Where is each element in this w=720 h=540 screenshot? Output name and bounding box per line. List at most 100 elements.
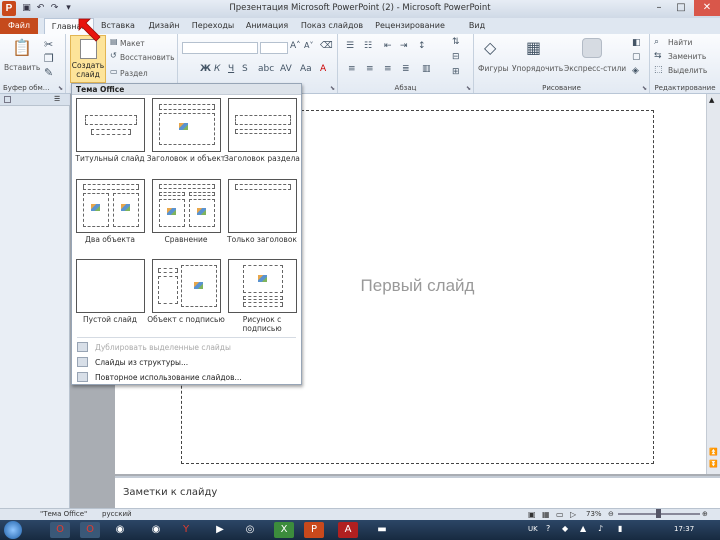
layout-comparison-thumbnail[interactable]	[152, 179, 221, 233]
align-left-icon[interactable]: ≡	[348, 64, 356, 74]
zoom-level[interactable]: 73%	[586, 510, 602, 518]
powerpoint-logo-icon[interactable]: P	[2, 1, 16, 16]
layout-label-comparison[interactable]: Сравнение	[146, 235, 226, 244]
bullets-icon[interactable]: ☰	[346, 41, 354, 51]
layout-label-title-slide[interactable]: Титульный слайд	[70, 154, 150, 163]
tab-insert[interactable]: Вставка	[96, 18, 140, 34]
strikethrough-icon[interactable]: abc	[258, 64, 274, 74]
tab-view[interactable]: Вид	[464, 18, 490, 34]
font-color-icon[interactable]: A	[320, 64, 326, 74]
vertical-scrollbar[interactable]: ▲ ⏫ ⏬	[706, 94, 720, 474]
shape-effects-icon[interactable]: ◈	[632, 66, 639, 76]
reset-button[interactable]: Восстановить	[120, 53, 175, 62]
layout-label-section-header[interactable]: Заголовок раздела	[222, 154, 302, 163]
quick-styles-icon[interactable]	[582, 38, 602, 58]
grow-font-icon[interactable]: A˄	[290, 41, 301, 51]
taskbar-chrome2-icon[interactable]: ◉	[146, 522, 166, 538]
taskbar-acrobat-icon[interactable]: A	[338, 522, 358, 538]
taskbar-powerpoint-icon[interactable]: P	[304, 522, 324, 538]
italic-icon[interactable]: К	[214, 64, 220, 74]
layout-label-two-content[interactable]: Два объекта	[70, 235, 150, 244]
layout-picture-caption-thumbnail[interactable]	[228, 259, 297, 313]
align-center-icon[interactable]: ≡	[366, 64, 374, 74]
find-button[interactable]: Найти	[668, 38, 692, 47]
zoom-out-icon[interactable]: ⊖	[608, 510, 614, 518]
spacing-icon[interactable]: AV	[280, 64, 292, 74]
replace-button[interactable]: Заменить	[668, 52, 706, 61]
text-direction-icon[interactable]: ⇅	[452, 37, 460, 47]
layout-two-content-thumbnail[interactable]	[76, 179, 145, 233]
shape-fill-icon[interactable]: ◧	[632, 38, 641, 48]
justify-icon[interactable]: ≣	[402, 64, 410, 74]
font-launcher-icon[interactable]: ⬊	[330, 85, 335, 92]
cut-icon[interactable]: ✂	[44, 38, 53, 51]
tab-review[interactable]: Рецензирование	[370, 18, 450, 34]
layout-content-caption-thumbnail[interactable]	[152, 259, 221, 313]
bold-icon[interactable]: Ж	[200, 64, 211, 74]
layout-label-title-content[interactable]: Заголовок и объект	[146, 154, 226, 163]
arrange-icon[interactable]: ▦	[526, 38, 541, 57]
tray-device-icon[interactable]: ▮	[618, 524, 622, 533]
shapes-button[interactable]: Фигуры	[478, 64, 508, 73]
minimize-button[interactable]: –	[648, 0, 670, 16]
tray-network-icon[interactable]: ▲	[580, 524, 586, 533]
layout-title-content-thumbnail[interactable]	[152, 98, 221, 152]
decrease-indent-icon[interactable]: ⇤	[384, 41, 392, 51]
taskbar-excel-icon[interactable]: X	[274, 522, 294, 538]
select-button[interactable]: Выделить	[668, 66, 707, 75]
duplicate-slides-item[interactable]: Дублировать выделенные слайды	[77, 341, 231, 354]
redo-icon[interactable]: ↷	[48, 2, 61, 15]
undo-icon[interactable]: ↶	[34, 2, 47, 15]
line-spacing-icon[interactable]: ↕	[418, 41, 426, 51]
new-slide-button[interactable]: Создать слайд	[70, 35, 106, 83]
layout-blank-thumbnail[interactable]	[76, 259, 145, 313]
paste-button[interactable]: Вставить	[4, 63, 40, 72]
tab-animation[interactable]: Анимация	[240, 18, 294, 34]
shrink-font-icon[interactable]: A˅	[304, 41, 313, 50]
paste-icon[interactable]: 📋	[12, 38, 32, 57]
clock[interactable]: 17:37	[674, 525, 694, 533]
outline-tab-icon[interactable]: ☰	[54, 96, 62, 103]
taskbar-folder-icon[interactable]: ▬	[372, 522, 392, 538]
find-icon[interactable]: ⌕	[654, 37, 659, 47]
paragraph-launcher-icon[interactable]: ⬊	[466, 85, 471, 92]
taskbar-media-icon[interactable]: ▶	[210, 522, 230, 538]
layout-label-blank[interactable]: Пустой слайд	[70, 315, 150, 324]
tab-design[interactable]: Дизайн	[142, 18, 186, 34]
layout-label-picture-caption[interactable]: Рисунок с подписью	[222, 315, 302, 333]
font-size-combo[interactable]	[260, 42, 288, 54]
select-icon[interactable]: ⬚	[654, 65, 663, 75]
layout-title-only-thumbnail[interactable]	[228, 179, 297, 233]
tab-transitions[interactable]: Переходы	[188, 18, 238, 34]
scroll-up-icon[interactable]: ▲	[709, 96, 714, 104]
taskbar-opera-icon[interactable]: O	[50, 522, 70, 538]
shape-outline-icon[interactable]: ▢	[632, 52, 641, 62]
align-text-icon[interactable]: ⊟	[452, 52, 460, 62]
previous-slide-icon[interactable]: ⏫	[709, 448, 718, 456]
arrange-button[interactable]: Упорядочить	[512, 64, 563, 73]
smartart-icon[interactable]: ⊞	[452, 67, 460, 77]
slides-tab-icon[interactable]	[4, 96, 11, 103]
increase-indent-icon[interactable]: ⇥	[400, 41, 408, 51]
zoom-slider-thumb[interactable]	[656, 509, 661, 518]
slideshow-view-icon[interactable]: ▷	[570, 510, 576, 519]
layout-label-content-caption[interactable]: Объект с подписью	[146, 315, 226, 324]
notes-placeholder[interactable]: Заметки к слайду	[123, 487, 217, 498]
format-painter-icon[interactable]: ✎	[44, 66, 53, 79]
tab-file[interactable]: Файл	[0, 18, 38, 34]
save-icon[interactable]: ▣	[20, 2, 33, 15]
shapes-icon[interactable]: ◇	[484, 38, 496, 57]
numbering-icon[interactable]: ☷	[364, 41, 372, 51]
columns-icon[interactable]: ▥	[422, 64, 431, 74]
tab-slideshow[interactable]: Показ слайдов	[298, 18, 366, 34]
change-case-icon[interactable]: Aa	[300, 64, 312, 74]
section-button[interactable]: Раздел	[120, 69, 148, 78]
notes-pane[interactable]: Заметки к слайду	[115, 476, 720, 508]
quick-access-dropdown-icon[interactable]: ▾	[62, 2, 75, 15]
taskbar-yandex-icon[interactable]: Y	[176, 522, 196, 538]
tray-volume-icon[interactable]: ♪	[598, 524, 603, 533]
taskbar-chrome-icon[interactable]: ◉	[110, 522, 130, 538]
taskbar-app-icon[interactable]: ◎	[240, 522, 260, 538]
replace-icon[interactable]: ⇆	[654, 51, 662, 61]
align-right-icon[interactable]: ≡	[384, 64, 392, 74]
